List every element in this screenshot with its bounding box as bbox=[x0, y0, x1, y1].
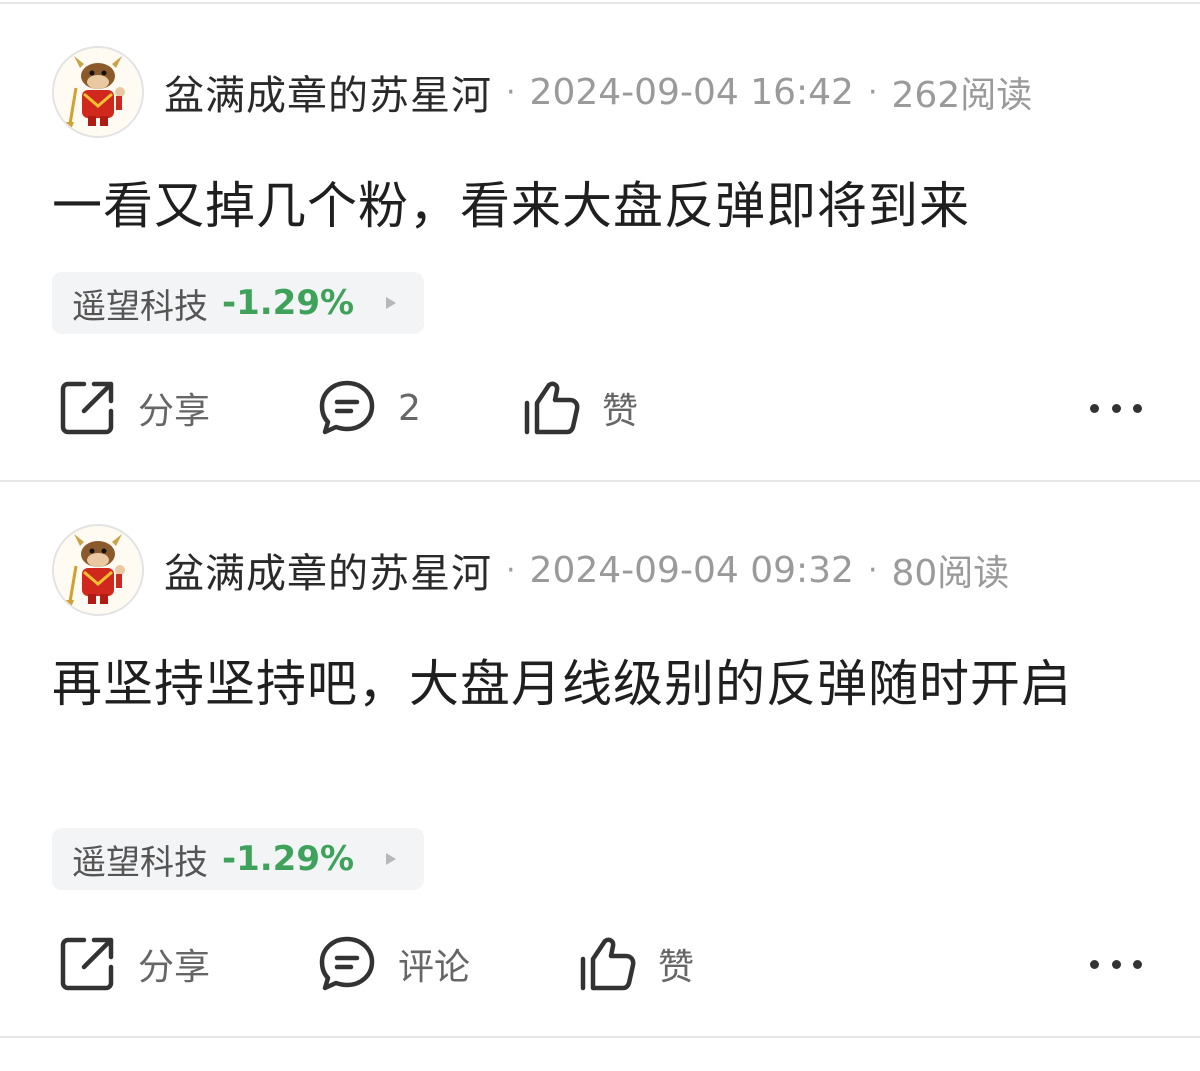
thumbs-up-icon bbox=[524, 381, 580, 435]
meta-separator: · bbox=[506, 74, 516, 110]
comment-icon bbox=[319, 936, 375, 991]
post-time: 2024-09-04 09:32 bbox=[529, 549, 854, 591]
post-divider bbox=[0, 1036, 1200, 1038]
like-label: 赞 bbox=[658, 947, 695, 988]
post-divider bbox=[0, 480, 1200, 482]
post-text[interactable]: 再坚持坚持吧，大盘月线级别的反弹随时开启 bbox=[52, 646, 1152, 722]
like-button[interactable]: 赞 bbox=[578, 934, 694, 994]
triangle-right-icon bbox=[386, 853, 397, 865]
more-dots-icon[interactable] bbox=[1090, 954, 1142, 974]
stock-tag[interactable]: 遥望科技 -1.29% bbox=[52, 828, 425, 890]
share-label: 分享 bbox=[138, 947, 211, 988]
more-dots-icon[interactable] bbox=[1090, 398, 1142, 418]
top-divider bbox=[0, 2, 1200, 4]
post-header: 盆满成章的苏星河 · 2024-09-04 09:32 · 80阅读 bbox=[52, 522, 1009, 618]
stock-change: -1.29% bbox=[222, 839, 355, 879]
like-label: 赞 bbox=[602, 391, 639, 432]
stock-tag[interactable]: 遥望科技 -1.29% bbox=[52, 272, 425, 334]
share-label: 分享 bbox=[138, 391, 211, 432]
comment-icon bbox=[319, 380, 375, 435]
comment-button[interactable]: 评论 bbox=[318, 934, 470, 994]
meta-separator: · bbox=[867, 74, 878, 110]
share-button[interactable]: 分享 bbox=[58, 378, 210, 438]
dot bbox=[1111, 959, 1121, 969]
read-count: 80阅读 bbox=[891, 553, 1010, 594]
meta-separator: · bbox=[506, 552, 516, 588]
share-button[interactable]: 分享 bbox=[58, 934, 210, 994]
avatar[interactable] bbox=[52, 524, 144, 616]
author-name[interactable]: 盆满成章的苏星河 bbox=[164, 541, 492, 599]
dot bbox=[1133, 403, 1142, 413]
stock-name: 遥望科技 bbox=[72, 842, 208, 883]
dot bbox=[1090, 959, 1099, 969]
stock-name: 遥望科技 bbox=[72, 286, 208, 327]
comment-button[interactable]: 2 bbox=[318, 378, 421, 438]
comment-count: 2 bbox=[398, 387, 421, 429]
share-icon bbox=[60, 937, 114, 991]
comment-label: 评论 bbox=[398, 947, 471, 988]
bull-mascot-avatar-icon bbox=[54, 48, 142, 136]
thumbs-up-icon bbox=[580, 937, 636, 991]
read-count: 262阅读 bbox=[891, 75, 1033, 116]
dot bbox=[1090, 403, 1099, 413]
dot bbox=[1111, 403, 1121, 413]
dot bbox=[1133, 959, 1142, 969]
post-text[interactable]: 一看又掉几个粉，看来大盘反弹即将到来 bbox=[52, 168, 1152, 244]
stock-change: -1.29% bbox=[222, 283, 355, 323]
post-header: 盆满成章的苏星河 · 2024-09-04 16:42 · 262阅读 bbox=[52, 44, 1032, 140]
avatar[interactable] bbox=[52, 46, 144, 138]
like-button[interactable]: 赞 bbox=[522, 378, 638, 438]
share-icon bbox=[60, 381, 114, 435]
bull-mascot-avatar-icon bbox=[54, 526, 142, 614]
meta-separator: · bbox=[867, 552, 878, 588]
triangle-right-icon bbox=[386, 297, 397, 309]
post-time: 2024-09-04 16:42 bbox=[529, 71, 854, 113]
author-name[interactable]: 盆满成章的苏星河 bbox=[164, 63, 492, 121]
